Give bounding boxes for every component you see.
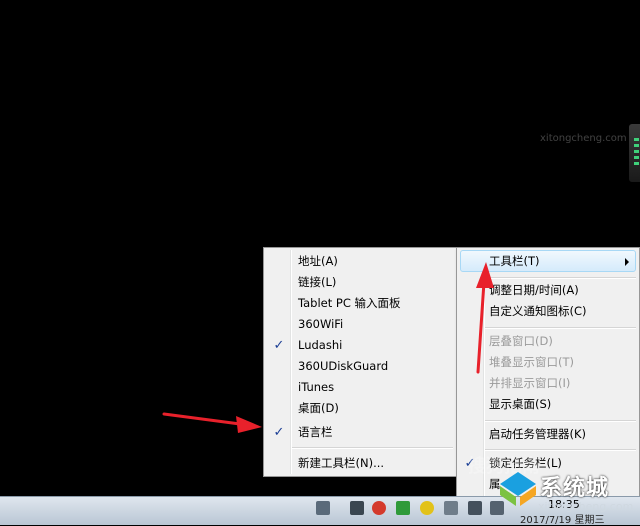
- watermark-url: xitongcheng.com: [538, 500, 634, 513]
- annotation-arrow-left: [162, 412, 262, 433]
- tools-icon[interactable]: [444, 501, 458, 515]
- network-icon[interactable]: [350, 501, 364, 515]
- plus-icon[interactable]: [420, 501, 434, 515]
- annotation-arrows: [162, 262, 494, 433]
- keyboard-icon[interactable]: [316, 501, 330, 515]
- shield-icon[interactable]: [396, 501, 410, 515]
- annotation-arrow-up: [476, 262, 494, 374]
- antivirus-icon[interactable]: [372, 501, 386, 515]
- display-icon[interactable]: [468, 501, 482, 515]
- watermark-logo-icon: [500, 472, 536, 506]
- watermark-brand: 系统城: [540, 476, 610, 501]
